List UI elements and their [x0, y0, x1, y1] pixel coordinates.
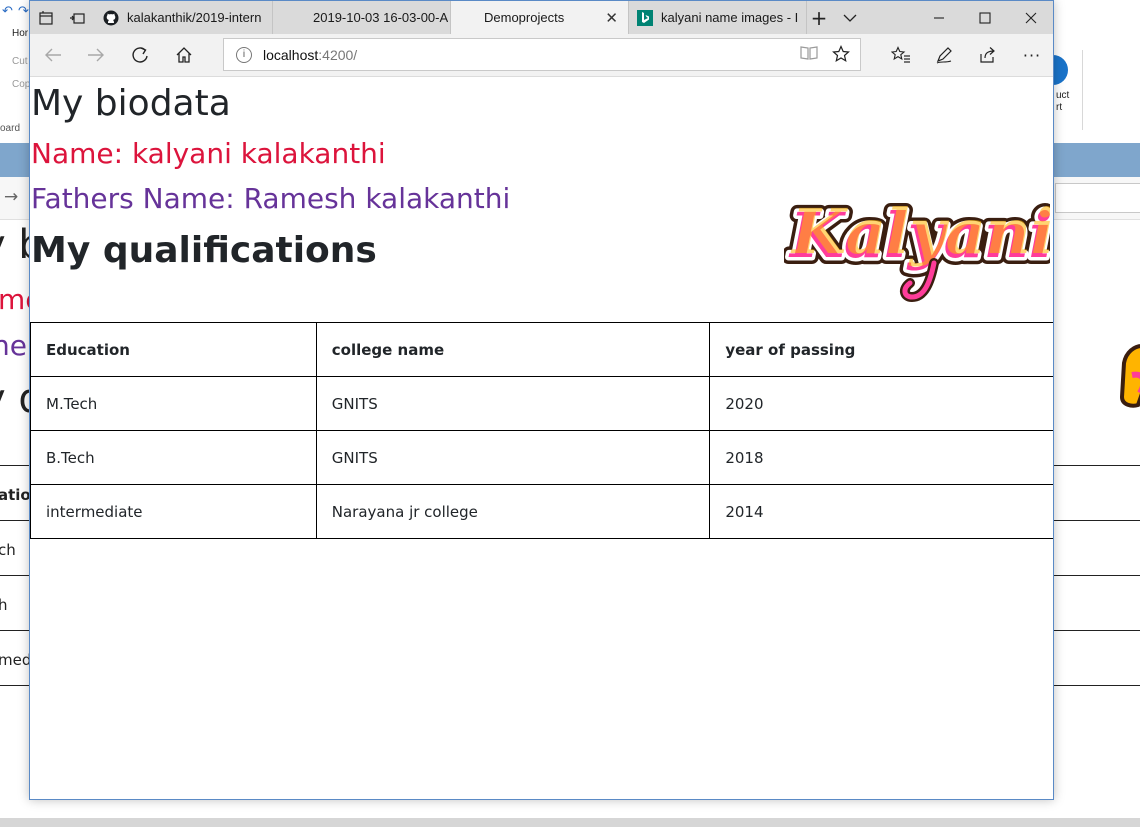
qualifications-table: Education college name year of passing M…: [30, 322, 1053, 539]
github-icon: [103, 10, 119, 26]
table-header-row: Education college name year of passing: [30, 322, 1053, 377]
minimize-icon: [934, 16, 944, 19]
home-button[interactable]: [171, 44, 197, 66]
share-button[interactable]: [974, 44, 1000, 66]
year-cell: 2020: [709, 376, 1053, 431]
year-cell: 2018: [709, 430, 1053, 485]
navigation-bar: i localhost:4200/ ···: [30, 34, 1053, 77]
qualifications-heading: My qualifications: [31, 230, 377, 271]
tab-video-file[interactable]: 2019-10-03 16-03-00-A: [273, 1, 451, 34]
close-icon: [1025, 12, 1037, 23]
back-arrow-icon: [45, 48, 61, 62]
close-tab-icon[interactable]: ✕: [605, 9, 618, 27]
home-icon: [176, 47, 192, 63]
college-cell: GNITS: [315, 430, 711, 485]
ribbon-product-fragment-2: rt: [1056, 102, 1063, 113]
reading-view-icon[interactable]: [800, 45, 818, 65]
refresh-icon: [132, 47, 148, 63]
tab-bar: kalakanthik/2019-intern 2019-10-03 16-03…: [30, 1, 1053, 34]
address-text[interactable]: localhost:4200/: [263, 47, 357, 63]
minimize-button[interactable]: [916, 1, 962, 34]
kalyani-logo-image: Kalyani Kalyani Kalyani Kalyani: [784, 192, 1050, 303]
logo-text-highlight: Kalyani: [790, 195, 1050, 268]
education-cell: B.Tech: [30, 430, 317, 485]
new-tab-icon[interactable]: +: [808, 6, 830, 30]
refresh-button[interactable]: [127, 44, 153, 66]
redo-icon: ↷: [18, 4, 29, 19]
file-icon: [281, 10, 297, 26]
education-cell: M.Tech: [30, 376, 317, 431]
year-cell: 2014: [709, 484, 1053, 539]
tab-title: kalyani name images - I: [661, 10, 799, 25]
father-name-line: Fathers Name: Ramesh kalakanthi: [31, 182, 511, 215]
browser-window: kalakanthik/2019-intern 2019-10-03 16-03…: [29, 0, 1054, 800]
tab-preview-icon[interactable]: [66, 7, 88, 29]
page-title: My biodata: [31, 83, 231, 124]
back-button[interactable]: [40, 44, 66, 66]
maximize-icon: [979, 11, 991, 24]
ribbon-product-fragment: uct: [1056, 90, 1070, 101]
background-table-fragment: atio: [0, 486, 31, 504]
maximize-button[interactable]: [962, 1, 1008, 34]
site-info-icon[interactable]: i: [236, 47, 252, 63]
tab-github[interactable]: kalakanthik/2019-intern: [95, 1, 273, 34]
chevron-down-icon[interactable]: [839, 7, 861, 29]
undo-icon: ↶: [2, 4, 13, 19]
ribbon-divider: [1082, 50, 1083, 130]
table-row: M.Tech GNITS 2020: [30, 376, 1053, 431]
favorites-hub-button[interactable]: [888, 44, 914, 66]
favorite-star-icon[interactable]: [832, 45, 850, 67]
ribbon-home-fragment: Hor: [12, 28, 29, 39]
table-row: intermediate Narayana jr college 2014: [30, 484, 1053, 539]
forward-arrow-icon: [88, 48, 104, 62]
tab-title: kalakanthik/2019-intern: [127, 10, 262, 25]
background-logo-fragment: [1119, 344, 1140, 408]
ribbon-clipboard-fragment: oard: [0, 123, 21, 134]
name-line: Name: kalyani kalakanthi: [31, 137, 386, 170]
education-cell: intermediate: [30, 484, 317, 539]
more-options-icon[interactable]: ···: [1019, 44, 1045, 66]
column-header-year: year of passing: [709, 322, 1053, 377]
tab-kalyani-images[interactable]: kalyani name images - I: [629, 1, 807, 34]
bing-icon: [637, 9, 653, 26]
taskbar-strip: [0, 818, 1140, 827]
tab-title: 2019-10-03 16-03-00-A: [313, 10, 449, 25]
close-button[interactable]: [1008, 1, 1053, 34]
college-cell: GNITS: [315, 376, 711, 431]
address-bar[interactable]: i localhost:4200/: [223, 38, 861, 71]
college-cell: Narayana jr college: [315, 484, 711, 539]
background-table-fragment: ch: [0, 541, 16, 559]
background-table-fragment: h: [0, 596, 8, 614]
ribbon-copy-fragment: Cop: [12, 79, 31, 90]
back-arrow-icon: →: [4, 187, 19, 207]
favorites-list-icon: [891, 46, 910, 63]
address-port: :4200/: [318, 47, 358, 63]
web-note-button[interactable]: [931, 44, 957, 66]
tab-title: Demoprojects: [484, 10, 565, 25]
share-icon: [980, 47, 995, 63]
forward-button[interactable]: [83, 44, 109, 66]
column-header-college: college name: [315, 322, 711, 377]
background-address-field: [1055, 183, 1140, 213]
set-aside-tabs-icon[interactable]: [35, 7, 57, 29]
column-header-education: Education: [30, 322, 317, 377]
pen-icon: [936, 47, 952, 64]
address-host: localhost: [263, 47, 319, 63]
tab-demoprojects[interactable]: Demoprojects ✕: [451, 1, 629, 34]
page-content: My biodata Name: kalyani kalakanthi Fath…: [30, 77, 1053, 799]
table-row: B.Tech GNITS 2018: [30, 430, 1053, 485]
ribbon-cut-fragment: Cut: [12, 56, 28, 67]
